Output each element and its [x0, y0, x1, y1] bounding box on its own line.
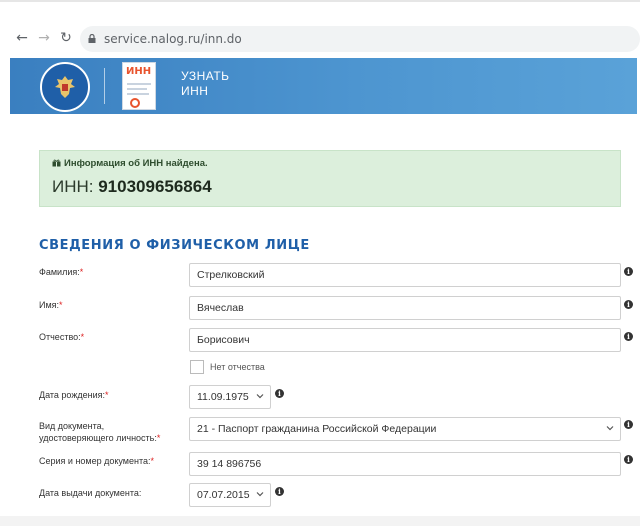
inn-result: ИНН: 910309656864 [52, 177, 212, 197]
inn-label: ИНН: [52, 177, 99, 196]
arrow-left-icon[interactable]: ← [14, 30, 30, 46]
reload-icon[interactable]: ↻ [58, 30, 74, 46]
doc-type-label: Вид документа, удостоверяющего личность:… [39, 421, 161, 443]
banner-title-line1: УЗНАТЬ [181, 69, 230, 83]
banner-title-line2: ИНН [181, 84, 209, 98]
doc-number-value: 39 14 896756 [197, 458, 262, 470]
name-label: Имя:* [39, 300, 63, 310]
patronymic-label: Отчество:* [39, 332, 85, 342]
birth-date-field[interactable]: 11.09.1975 [189, 385, 271, 409]
eagle-icon [55, 76, 75, 98]
doc-number-field[interactable]: 39 14 896756 [189, 452, 621, 476]
info-icon[interactable]: i [624, 420, 633, 429]
no-patronymic-checkbox[interactable] [190, 360, 204, 374]
info-icon[interactable]: i [624, 455, 633, 464]
site-banner: ИНН УЗНАТЬ ИНН [10, 58, 637, 114]
page-bottom-strip [0, 516, 640, 526]
doc-line [127, 93, 149, 95]
chevron-down-icon[interactable] [256, 490, 264, 498]
info-icon[interactable]: i [275, 487, 284, 496]
doc-icon-text: ИНН [126, 66, 152, 77]
name-value: Вячеслав [197, 302, 244, 314]
surname-label: Фамилия:* [39, 267, 84, 277]
banner-title[interactable]: УЗНАТЬ ИНН [181, 69, 230, 99]
info-icon[interactable]: i [275, 389, 284, 398]
browser-top-strip [0, 0, 640, 14]
gift-icon [52, 159, 61, 167]
surname-field[interactable]: Стрелковский [189, 263, 621, 287]
patronymic-value: Борисович [197, 334, 250, 346]
chevron-down-icon[interactable] [256, 392, 264, 400]
issue-date-label: Дата выдачи документа: [39, 488, 142, 498]
result-alert: Информация об ИНН найдена. ИНН: 91030965… [39, 150, 621, 207]
info-icon[interactable]: i [624, 267, 633, 276]
doc-type-select[interactable]: 21 - Паспорт гражданина Российской Федер… [189, 417, 621, 441]
url-text: service.nalog.ru/inn.do [104, 32, 242, 46]
doc-number-label: Серия и номер документа:* [39, 456, 155, 466]
doc-type-value: 21 - Паспорт гражданина Российской Федер… [197, 423, 437, 435]
no-patronymic-label[interactable]: Нет отчества [210, 362, 265, 372]
issue-date-field[interactable]: 07.07.2015 [189, 483, 271, 507]
address-bar[interactable]: service.nalog.ru/inn.do [80, 26, 640, 52]
patronymic-field[interactable]: Борисович [189, 328, 621, 352]
doc-line [127, 88, 147, 90]
chevron-down-icon[interactable] [606, 424, 614, 432]
lock-icon [88, 34, 96, 43]
seal-icon [130, 98, 140, 108]
birth-date-value: 11.09.1975 [197, 391, 249, 403]
alert-message: Информация об ИНН найдена. [52, 158, 208, 169]
doc-line [127, 83, 151, 85]
issue-date-value: 07.07.2015 [197, 489, 250, 501]
arrow-right-icon[interactable]: → [36, 30, 52, 46]
inn-value: 910309656864 [98, 177, 212, 196]
info-icon[interactable]: i [624, 300, 633, 309]
alert-text: Информация об ИНН найдена. [64, 158, 208, 169]
browser-toolbar: ← → ↻ service.nalog.ru/inn.do [0, 18, 640, 58]
banner-divider [104, 68, 105, 104]
info-icon[interactable]: i [624, 332, 633, 341]
section-title: СВЕДЕНИЯ О ФИЗИЧЕСКОМ ЛИЦЕ [39, 238, 310, 253]
birth-date-label: Дата рождения:* [39, 390, 109, 400]
inn-document-icon: ИНН [122, 62, 156, 110]
fns-emblem-icon[interactable] [40, 62, 90, 112]
divider [0, 0, 640, 2]
surname-value: Стрелковский [197, 269, 265, 281]
name-field[interactable]: Вячеслав [189, 296, 621, 320]
